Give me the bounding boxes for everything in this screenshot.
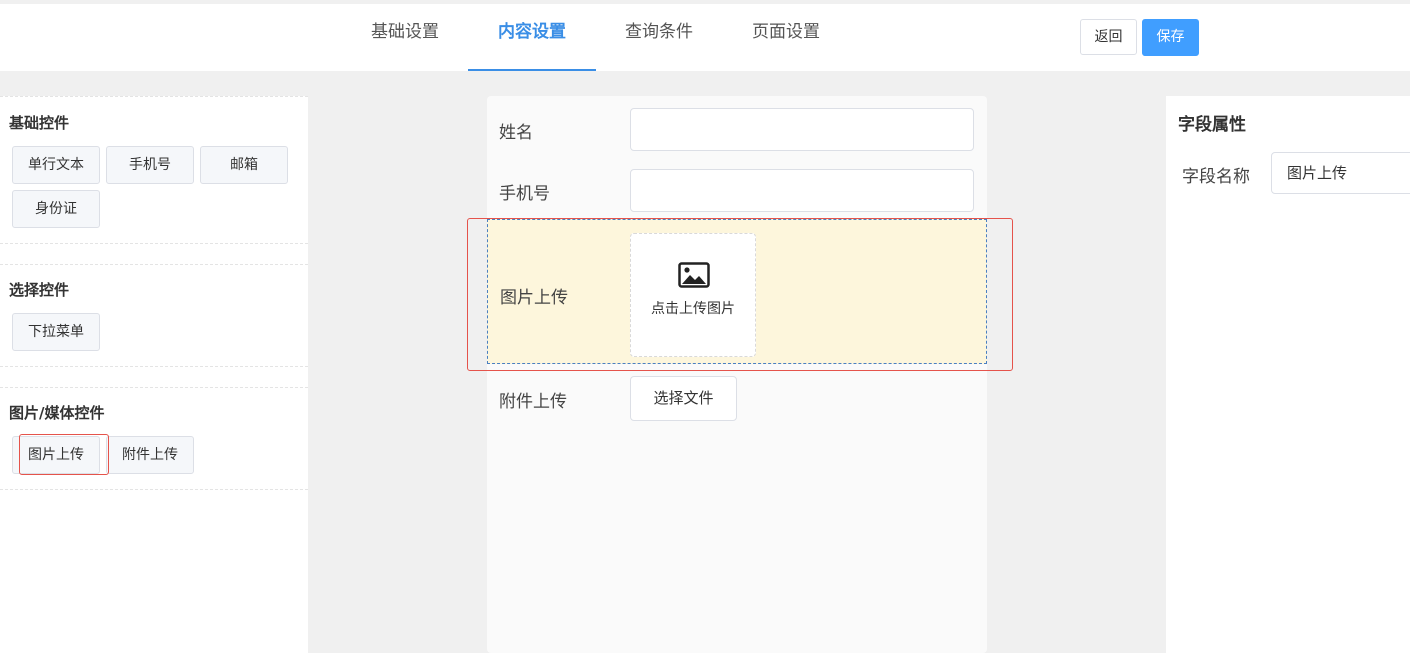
control-palette: 基础控件 单行文本 手机号 邮箱 身份证 选择控件 下拉菜单 图片/媒体控件 图… <box>0 96 308 653</box>
field-label-attachment-upload: 附件上传 <box>499 392 567 412</box>
group-title: 基础控件 <box>9 114 70 132</box>
field-label-image-upload: 图片上传 <box>500 288 568 308</box>
tab-content-settings[interactable]: 内容设置 <box>468 4 596 71</box>
group-title: 图片/媒体控件 <box>9 404 105 422</box>
properties-title: 字段属性 <box>1178 115 1246 135</box>
group-media-controls: 图片/媒体控件 图片上传 附件上传 <box>0 387 308 490</box>
palette-item-id-card[interactable]: 身份证 <box>12 190 100 228</box>
palette-item-single-line-text[interactable]: 单行文本 <box>12 146 100 184</box>
choose-file-button[interactable]: 选择文件 <box>630 376 737 421</box>
palette-item-image-upload[interactable]: 图片上传 <box>12 436 100 474</box>
save-button[interactable]: 保存 <box>1142 19 1199 56</box>
tab-page-settings[interactable]: 页面设置 <box>752 4 820 71</box>
field-label-phone: 手机号 <box>499 184 550 204</box>
group-title: 选择控件 <box>9 281 70 299</box>
image-upload-box[interactable]: 点击上传图片 <box>630 233 756 357</box>
phone-input[interactable] <box>630 169 974 212</box>
image-icon <box>678 262 710 288</box>
group-select-controls: 选择控件 下拉菜单 <box>0 264 308 367</box>
back-button[interactable]: 返回 <box>1080 19 1137 55</box>
palette-item-email[interactable]: 邮箱 <box>200 146 288 184</box>
field-label-name: 姓名 <box>499 123 533 143</box>
palette-item-attachment-upload[interactable]: 附件上传 <box>106 436 194 474</box>
upload-hint-text: 点击上传图片 <box>651 301 735 317</box>
palette-item-dropdown[interactable]: 下拉菜单 <box>12 313 100 351</box>
top-bar: 基础设置 内容设置 查询条件 页面设置 返回 保存 <box>0 4 1410 71</box>
field-name-input[interactable]: 图片上传 <box>1271 152 1410 194</box>
palette-item-phone[interactable]: 手机号 <box>106 146 194 184</box>
group-basic-controls: 基础控件 单行文本 手机号 邮箱 身份证 <box>0 96 308 244</box>
name-input[interactable] <box>630 108 974 151</box>
tab-query-conditions[interactable]: 查询条件 <box>625 4 693 71</box>
tab-basic-settings[interactable]: 基础设置 <box>371 4 439 71</box>
field-name-label: 字段名称 <box>1182 167 1250 187</box>
field-properties-panel: 字段属性 字段名称 图片上传 <box>1166 96 1410 653</box>
settings-tabs: 基础设置 内容设置 查询条件 页面设置 <box>371 4 879 71</box>
